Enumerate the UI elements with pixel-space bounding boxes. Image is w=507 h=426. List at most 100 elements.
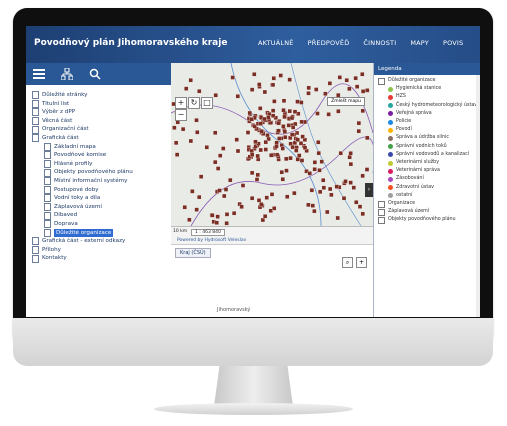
legend-item[interactable]: Veřejná správa: [374, 110, 480, 118]
map-marker[interactable]: [188, 138, 194, 144]
zoom-map-button[interactable]: Zmlešt mapu: [327, 97, 365, 106]
legend-item[interactable]: Správa a údržba silnic: [374, 134, 480, 142]
refresh-icon[interactable]: ↻: [188, 97, 200, 109]
map-marker[interactable]: [249, 196, 255, 201]
map-marker[interactable]: [260, 217, 266, 223]
map-marker[interactable]: [213, 159, 218, 165]
map-marker[interactable]: [239, 204, 244, 209]
tree-item[interactable]: Objekty povodňového plánu: [32, 168, 171, 177]
tree-item[interactable]: Místní informační systémy: [32, 177, 171, 186]
map-marker[interactable]: [215, 166, 221, 171]
map-marker[interactable]: [285, 194, 290, 199]
map-marker[interactable]: [299, 100, 304, 105]
tree-item[interactable]: Doprava: [32, 220, 171, 229]
map-nav-arrow-right[interactable]: ›: [365, 183, 373, 197]
map-marker[interactable]: [249, 152, 255, 157]
nav-item-aktualne[interactable]: AKTUÁLNĚ: [258, 39, 294, 47]
map-marker[interactable]: [312, 167, 317, 172]
map-marker[interactable]: [323, 91, 328, 96]
map-marker[interactable]: [360, 89, 366, 94]
map-marker[interactable]: [270, 108, 276, 113]
map-marker[interactable]: [182, 205, 187, 210]
legend-item[interactable]: Zdravotní ústav: [374, 184, 480, 192]
map-marker[interactable]: [321, 178, 326, 183]
map-marker[interactable]: [172, 125, 177, 130]
map-marker[interactable]: [255, 172, 260, 178]
zoom-out-button[interactable]: −: [175, 109, 187, 121]
map-marker[interactable]: [310, 203, 315, 208]
map-marker[interactable]: [256, 198, 262, 203]
map-marker[interactable]: [290, 132, 295, 137]
map-marker[interactable]: [306, 91, 311, 96]
tree-item[interactable]: Povodňové komise: [32, 151, 171, 160]
map-marker[interactable]: [348, 161, 354, 167]
tree-item[interactable]: Vodní toky a díla: [32, 194, 171, 203]
map-marker[interactable]: [295, 99, 300, 104]
legend-group[interactable]: Objekty povodňového plánu: [374, 216, 480, 225]
map-marker[interactable]: [258, 147, 263, 153]
map-marker[interactable]: [338, 151, 343, 156]
map-marker[interactable]: [276, 120, 281, 126]
nav-item-cinnosti[interactable]: ČINNOSTI: [363, 39, 396, 47]
map-marker[interactable]: [360, 108, 365, 114]
map-marker[interactable]: [197, 194, 202, 200]
map-marker[interactable]: [262, 116, 267, 122]
map-marker[interactable]: [249, 87, 255, 92]
map-marker[interactable]: [230, 75, 235, 80]
map-marker[interactable]: [351, 185, 356, 190]
map-marker[interactable]: [317, 168, 322, 173]
tab-kraj[interactable]: Kraj (ČSÚ): [175, 248, 211, 258]
map-marker[interactable]: [190, 189, 195, 194]
legend-group[interactable]: Organizace: [374, 200, 480, 208]
map-marker[interactable]: [221, 146, 226, 151]
map-marker[interactable]: [204, 145, 209, 150]
map-marker[interactable]: [217, 188, 222, 193]
legend-item[interactable]: Správní vodovodů a kanalizací: [374, 151, 480, 159]
map-marker[interactable]: [312, 160, 318, 165]
map-marker[interactable]: [319, 159, 324, 164]
map-marker[interactable]: [266, 115, 271, 120]
map-marker[interactable]: [282, 129, 288, 134]
checkbox-icon[interactable]: [378, 208, 385, 216]
map-marker[interactable]: [365, 135, 370, 141]
map-marker[interactable]: [360, 211, 365, 217]
map-marker[interactable]: [274, 152, 280, 157]
tree-item[interactable]: Titulní list: [32, 99, 171, 109]
map-marker[interactable]: [231, 211, 237, 216]
map-marker[interactable]: [364, 167, 370, 172]
map-marker[interactable]: [286, 123, 291, 128]
map-marker[interactable]: [262, 89, 268, 95]
map-marker[interactable]: [259, 202, 264, 207]
map-marker[interactable]: [276, 128, 281, 133]
map-marker[interactable]: [297, 153, 302, 158]
map-marker[interactable]: [224, 212, 230, 217]
map-marker[interactable]: [326, 112, 331, 117]
zoom-in-button[interactable]: +: [175, 97, 187, 109]
map-viewport[interactable]: + − ↻ □ Zmlešt mapu ›: [171, 63, 373, 253]
map-marker[interactable]: [280, 177, 285, 182]
map-marker[interactable]: [253, 139, 258, 144]
map-marker[interactable]: [284, 168, 289, 173]
map-marker[interactable]: [357, 204, 363, 209]
map-marker[interactable]: [235, 94, 240, 99]
map-marker[interactable]: [288, 155, 293, 161]
map-marker[interactable]: [343, 179, 348, 184]
map-marker[interactable]: [281, 108, 286, 113]
menu-icon[interactable]: [32, 67, 46, 81]
map-marker[interactable]: [348, 151, 353, 156]
tree-item[interactable]: Organizační část: [32, 125, 171, 134]
map-marker[interactable]: [290, 144, 295, 150]
map-marker[interactable]: [222, 193, 227, 199]
legend-item[interactable]: Hygienická stanice: [374, 85, 480, 93]
map-marker[interactable]: [270, 82, 276, 88]
map-marker[interactable]: [249, 117, 254, 122]
map-marker[interactable]: [306, 85, 311, 91]
map-marker[interactable]: [263, 139, 268, 145]
tree-item[interactable]: Kontakty: [32, 254, 171, 263]
map-marker[interactable]: [284, 156, 289, 162]
legend-item[interactable]: Správní vodních toků: [374, 143, 480, 151]
legend-item[interactable]: Policie: [374, 118, 480, 126]
map-marker[interactable]: [215, 214, 220, 219]
nav-item-mapy[interactable]: MAPY: [410, 39, 429, 47]
map-marker[interactable]: [300, 134, 305, 139]
